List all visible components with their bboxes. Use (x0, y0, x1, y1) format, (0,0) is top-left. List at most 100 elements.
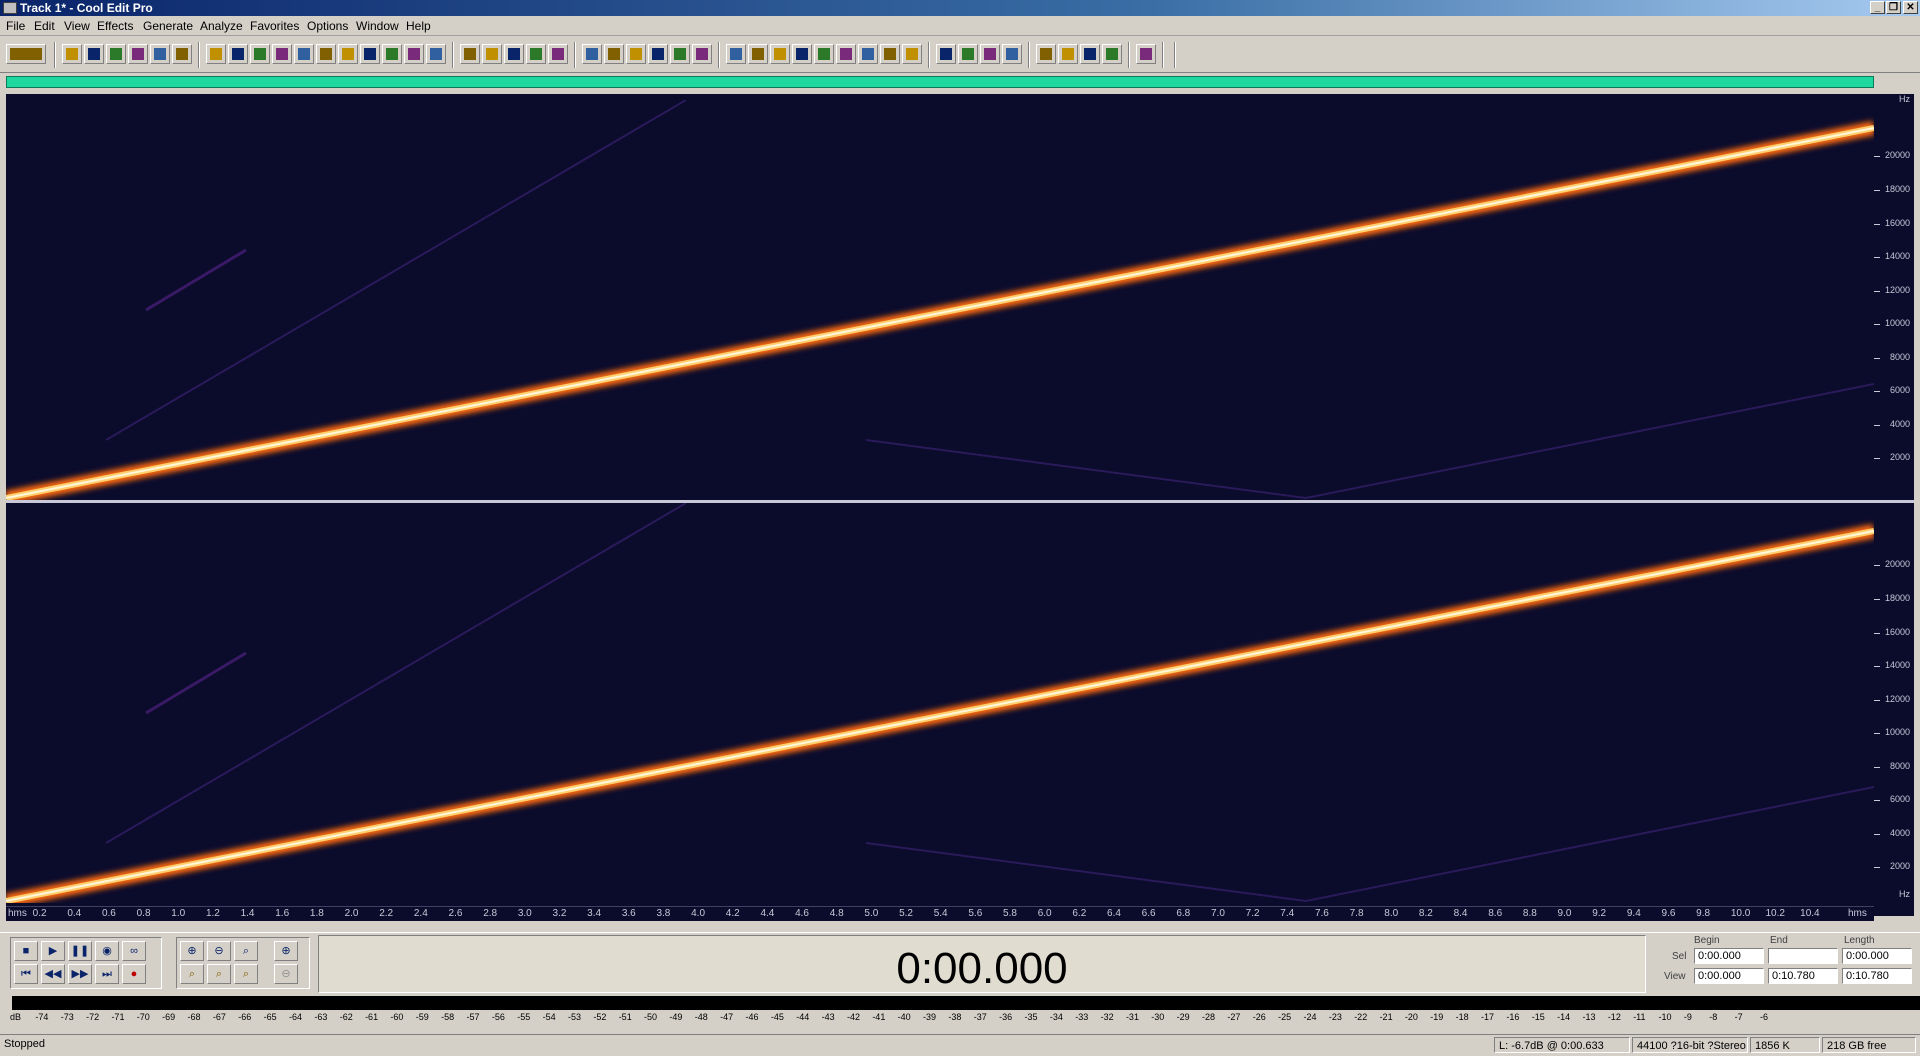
waveform-view-icon[interactable] (426, 44, 446, 64)
scan-icon[interactable] (770, 44, 790, 64)
loop-button[interactable]: ∞ (122, 941, 146, 961)
menu-analyze[interactable]: Analyze (200, 19, 243, 33)
play-selection-icon[interactable] (604, 44, 624, 64)
rewind-button[interactable]: ◀◀ (41, 964, 65, 984)
restore-button[interactable]: ❐ (1886, 1, 1901, 14)
noise-reduction-icon[interactable] (880, 44, 900, 64)
menu-view[interactable]: View (64, 19, 90, 33)
mixer-icon[interactable] (1080, 44, 1100, 64)
menu-edit[interactable]: Edit (34, 19, 55, 33)
mix-paste-icon[interactable] (360, 44, 380, 64)
paste-icon[interactable] (316, 44, 336, 64)
app-icon[interactable] (3, 2, 17, 14)
play-button[interactable]: ▶ (41, 941, 65, 961)
menu-help[interactable]: Help (406, 19, 431, 33)
menu-window[interactable]: Window (356, 19, 399, 33)
time-ruler[interactable]: hms 0.2 0.4 0.6 0.8 1.0 1.2 1.4 1.6 1.8 2.0 2.2 2.4 2… (6, 906, 1874, 921)
copy-new-icon[interactable] (272, 44, 292, 64)
go-to-end-button[interactable]: ⏭ (95, 964, 119, 984)
left-channel-spectrogram[interactable] (6, 100, 1874, 500)
zoom-left-icon[interactable]: ⌕ (207, 964, 231, 984)
amplify-icon[interactable] (814, 44, 834, 64)
frequency-tick (1874, 357, 1880, 359)
waveform-overview-bar[interactable] (6, 76, 1874, 88)
mode-switch-icon[interactable] (6, 44, 46, 64)
overlay-icon[interactable] (526, 44, 546, 64)
sel-end-field[interactable] (1768, 948, 1838, 964)
view-end-field[interactable]: 0:10.780 (1768, 968, 1838, 984)
time-tick-label: 0.4 (67, 908, 82, 919)
zoom-selection-icon[interactable]: ⌕ (180, 964, 204, 984)
properties-icon[interactable] (404, 44, 424, 64)
spectral-pitch-icon[interactable] (482, 44, 502, 64)
cue-list-icon[interactable] (748, 44, 768, 64)
spectral-view-icon[interactable] (460, 44, 480, 64)
sel-length-field[interactable]: 0:00.000 (1842, 948, 1912, 964)
record-button[interactable]: ● (122, 964, 146, 984)
menu-favorites[interactable]: Favorites (250, 19, 299, 33)
zoom-full-icon[interactable]: ⌕ (234, 941, 258, 961)
fast-forward-button[interactable]: ▶▶ (68, 964, 92, 984)
zoom-out-icon[interactable]: ⊖ (207, 941, 231, 961)
zoom-full-icon[interactable] (548, 44, 568, 64)
toolbar-separator (1128, 42, 1130, 68)
reverse-icon[interactable] (936, 44, 956, 64)
envelope-icon[interactable] (902, 44, 922, 64)
fade-icon[interactable] (1102, 44, 1122, 64)
go-to-start-button[interactable]: ⏮ (14, 964, 38, 984)
paste-new-icon-glyph (342, 48, 354, 60)
zoom-in-icon[interactable]: ⊕ (180, 941, 204, 961)
settings-icon[interactable] (1136, 44, 1156, 64)
sel-begin-field[interactable]: 0:00.000 (1694, 948, 1764, 964)
cut-icon[interactable] (294, 44, 314, 64)
close-file-icon[interactable] (150, 44, 170, 64)
pause-button[interactable]: ❚❚ (68, 941, 92, 961)
dynamics-icon[interactable] (1058, 44, 1078, 64)
menu-options[interactable]: Options (307, 19, 348, 33)
undo-icon[interactable] (172, 44, 192, 64)
eq-icon[interactable] (1036, 44, 1056, 64)
time-tick-label: 5.6 (968, 908, 983, 919)
menu-generate[interactable]: Generate (143, 19, 193, 33)
view-begin-field[interactable]: 0:00.000 (1694, 968, 1764, 984)
analyze-icon[interactable] (792, 44, 812, 64)
stretch-icon[interactable] (1002, 44, 1022, 64)
trim-icon[interactable] (382, 44, 402, 64)
paste-new-icon[interactable] (338, 44, 358, 64)
select-all-icon[interactable] (582, 44, 602, 64)
silence-icon[interactable] (958, 44, 978, 64)
delay-icon[interactable] (836, 44, 856, 64)
open-file-icon[interactable] (84, 44, 104, 64)
right-channel-spectrogram[interactable] (6, 503, 1874, 903)
zoom-selection-icon[interactable] (626, 44, 646, 64)
save-as-icon[interactable] (128, 44, 148, 64)
minimize-button[interactable]: _ (1870, 1, 1885, 14)
mixer-icon-glyph (1084, 48, 1096, 60)
menu-effects[interactable]: Effects (97, 19, 133, 33)
save-icon[interactable] (106, 44, 126, 64)
stop-button[interactable]: ■ (14, 941, 38, 961)
snap-icon[interactable] (504, 44, 524, 64)
close-button[interactable]: ✕ (1903, 1, 1918, 14)
menu-file[interactable]: File (6, 19, 25, 33)
meter-scale-label: -64 (288, 1012, 302, 1022)
zoom-vertical-in-icon[interactable]: ⊕ (274, 941, 298, 961)
meter-scale-label: -45 (770, 1012, 784, 1022)
show-grid-icon[interactable] (670, 44, 690, 64)
save-as-icon-glyph (132, 48, 144, 60)
redo-icon[interactable] (206, 44, 226, 64)
frequency-tick-label: 6000 (1889, 385, 1910, 396)
help-icon[interactable] (726, 44, 746, 64)
zoom-right-icon[interactable]: ⌕ (234, 964, 258, 984)
pitch-bend-icon[interactable] (980, 44, 1000, 64)
copy-icon[interactable] (250, 44, 270, 64)
spectral-view[interactable]: Hz 20000 18000 16000 14000 12000 10000 8000 6000… (6, 94, 1914, 921)
markers-icon[interactable] (692, 44, 712, 64)
zoom-vertical-out-icon[interactable]: ⊖ (274, 964, 298, 984)
new-file-icon[interactable] (62, 44, 82, 64)
play-to-end-button[interactable]: ◉ (95, 941, 119, 961)
filter-icon[interactable] (858, 44, 878, 64)
set-markers-icon[interactable] (648, 44, 668, 64)
view-length-field[interactable]: 0:10.780 (1842, 968, 1912, 984)
repeat-last-icon[interactable] (228, 44, 248, 64)
